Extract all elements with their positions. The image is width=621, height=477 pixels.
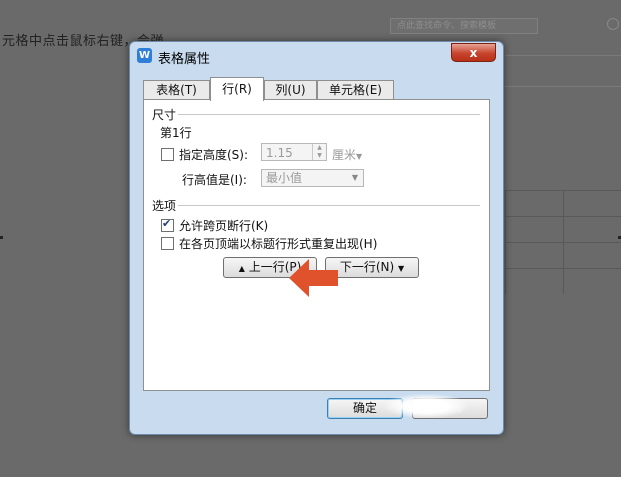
specify-height-checkbox[interactable] [161, 148, 174, 161]
row-height-rule-value: 最小值 [266, 171, 303, 185]
row-height-value: 1.15 [266, 146, 293, 160]
row-height-rule-label: 行高值是(I): [182, 173, 247, 187]
tab-column[interactable]: 列(U) [264, 80, 317, 100]
next-row-label: 下一行(N) [339, 260, 395, 274]
next-row-button[interactable]: 下一行(N) ▼ [325, 257, 419, 278]
table-properties-dialog: W 表格属性 x 表格(T) 行(R) 列(U) 单元格(E) 尺寸 第1行 指… [129, 41, 504, 435]
row-number-label: 第1行 [160, 126, 192, 140]
annotation-arrow-icon [289, 259, 338, 297]
mouse-cursor-icon [177, 272, 193, 288]
wps-writer-icon: W [137, 48, 152, 63]
toolbar-strip [505, 55, 621, 87]
document-table [505, 190, 621, 294]
up-arrow-icon: ▲ [238, 264, 245, 273]
tab-cell[interactable]: 单元格(E) [317, 80, 394, 100]
ruler-marker-left [0, 236, 3, 239]
options-group-title: 选项 [152, 199, 177, 213]
allow-break-checkbox[interactable] [161, 217, 174, 232]
allow-break-label: 允许跨页断行(K) [179, 219, 269, 233]
row-tab-panel: 尺寸 第1行 指定高度(S): 1.15 ▲ ▼ 厘米▼ 行高值是(I): 最小值… [143, 99, 490, 391]
down-arrow-icon: ▼ [398, 264, 405, 273]
unit-dropdown[interactable]: 厘米▼ [332, 146, 362, 163]
row-height-spinner[interactable]: 1.15 ▲ ▼ [261, 143, 327, 161]
chevron-down-icon: ▼ [351, 173, 358, 182]
search-icon[interactable] [607, 18, 619, 30]
tab-table[interactable]: 表格(T) [143, 80, 210, 100]
options-group-divider [178, 205, 480, 206]
spinner-arrows[interactable]: ▲ ▼ [312, 144, 326, 160]
chevron-down-icon: ▼ [356, 152, 363, 161]
dialog-titlebar[interactable]: W 表格属性 x [130, 42, 503, 70]
dialog-title: 表格属性 [158, 52, 211, 67]
repeat-header-checkbox[interactable] [161, 237, 174, 250]
close-button[interactable]: x [451, 43, 496, 62]
repeat-header-label: 在各页顶端以标题行形式重复出现(H) [179, 237, 378, 251]
size-group-title: 尺寸 [152, 108, 177, 122]
light-glare-overlay [385, 394, 467, 418]
size-group-divider [178, 114, 480, 115]
specify-height-label: 指定高度(S): [179, 148, 249, 162]
tab-row[interactable]: 行(R) [210, 77, 264, 101]
unit-label: 厘米 [332, 148, 357, 162]
command-search-box[interactable]: 点此查找命令、搜索模板 [390, 18, 538, 34]
row-height-rule-select[interactable]: 最小值 ▼ [261, 169, 364, 187]
